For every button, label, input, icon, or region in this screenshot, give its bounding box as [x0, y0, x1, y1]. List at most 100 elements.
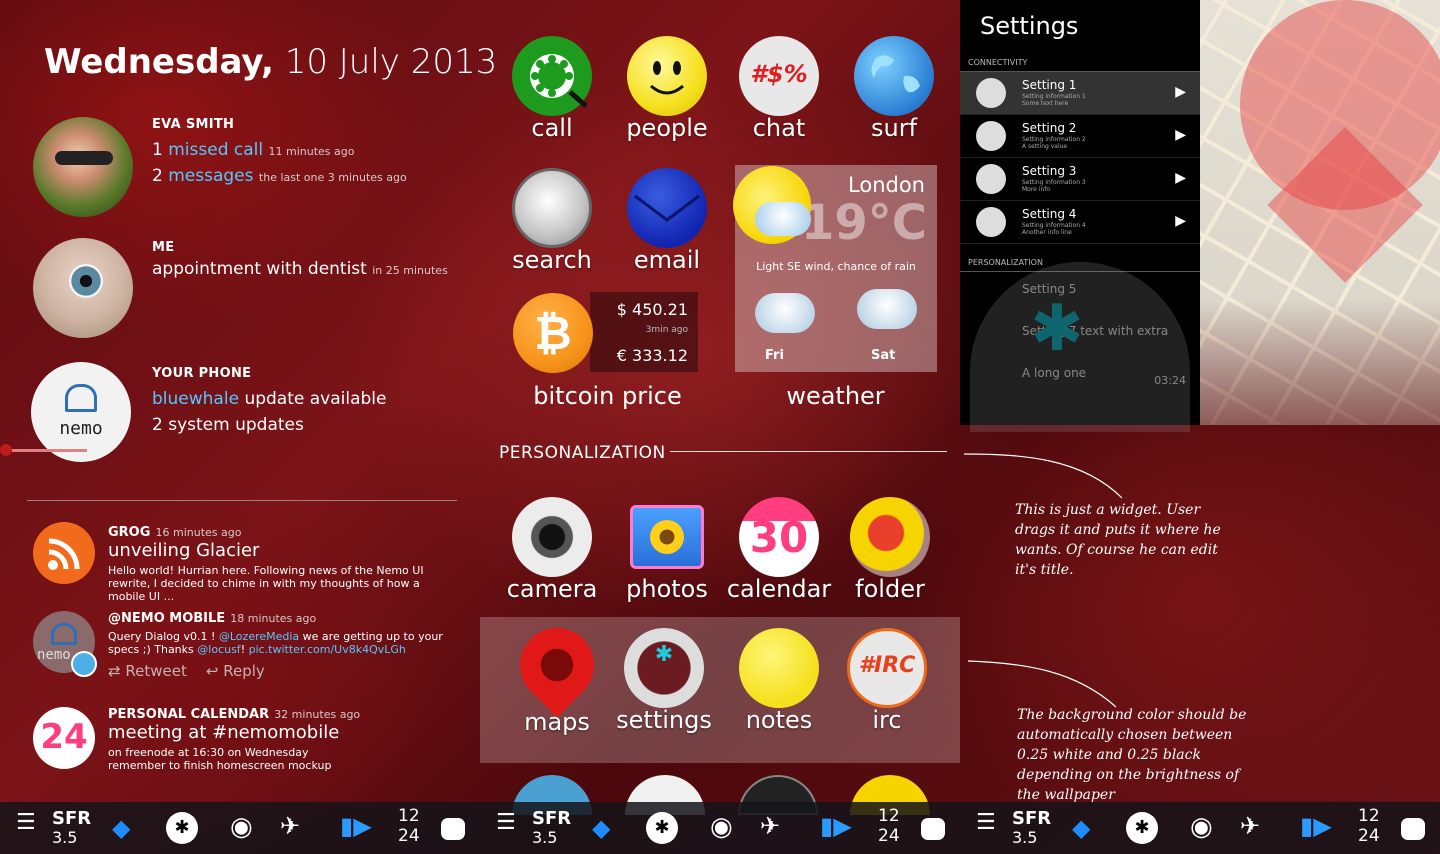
pic-link[interactable]: pic.twitter.com/Uv8k4QvLGh — [249, 643, 406, 656]
app-label: notes — [745, 706, 813, 734]
satellite-icon[interactable]: ✈ — [1240, 812, 1260, 840]
retweet-button[interactable]: ⇄ Retweet — [108, 662, 187, 680]
contact-me[interactable]: ME appointment with dentist in 25 minute… — [152, 240, 448, 279]
clock-minute: 24 — [1358, 826, 1380, 846]
feed-author: GROG — [108, 525, 151, 540]
bitcoin-eur: € 333.12 — [616, 346, 688, 365]
app-label: settings — [616, 706, 712, 734]
reply-label: Reply — [223, 662, 265, 680]
bluetooth-icon[interactable]: ✱ — [1126, 812, 1158, 844]
bitcoin-label: bitcoin price — [533, 382, 682, 410]
app-search[interactable]: search — [497, 168, 607, 274]
drag-handle[interactable] — [0, 444, 12, 456]
nfc-icon[interactable]: ◉ — [710, 812, 733, 842]
bluetooth-icon[interactable]: ✱ — [166, 812, 198, 844]
signal-icon: ☰ — [16, 810, 36, 835]
feed-title: unveiling Glacier — [108, 540, 260, 561]
feed-time: 32 minutes ago — [274, 708, 361, 721]
app-surf[interactable]: surf — [839, 36, 949, 142]
forecast-day: Sat — [871, 348, 896, 363]
forecast-day: Fri — [765, 348, 784, 363]
messages-link[interactable]: messages — [168, 166, 253, 186]
wifi-icon[interactable]: ◆ — [1072, 814, 1090, 842]
signal-icon: ☰ — [496, 810, 516, 835]
media-icon[interactable]: ▮▶ — [1300, 812, 1332, 840]
contact-eva-smith[interactable]: EVA SMITH 1 missed call 11 minutes ago 2… — [152, 117, 407, 186]
app-email[interactable]: email — [612, 168, 722, 274]
feed-item-grog[interactable]: GROG 16 minutes ago unveiling Glacier He… — [108, 521, 453, 603]
app-chat[interactable]: #$% chat — [724, 36, 834, 142]
setting-toggle[interactable] — [976, 207, 1006, 237]
setting-sub: Setting information 4 — [1022, 222, 1086, 229]
app-label: people — [626, 114, 708, 142]
gear-icon: ✱ — [1030, 292, 1084, 366]
wifi-icon[interactable]: ◆ — [592, 814, 610, 842]
avatar-your-phone[interactable]: nemo — [31, 362, 131, 462]
mention-link[interactable]: @locusf — [197, 643, 240, 656]
setting-toggle[interactable] — [976, 121, 1006, 151]
map-widget[interactable] — [1200, 0, 1440, 425]
search-icon — [512, 168, 592, 248]
app-camera[interactable]: camera — [497, 497, 607, 603]
satellite-icon[interactable]: ✈ — [280, 812, 300, 840]
setting-toggle[interactable] — [976, 164, 1006, 194]
contact-your-phone[interactable]: YOUR PHONE bluewhale update available 2 … — [152, 366, 386, 435]
satellite-icon[interactable]: ✈ — [760, 812, 780, 840]
setting-row[interactable]: Setting 4 Setting information 4 Another i… — [960, 201, 1200, 244]
play-arrow-icon: ▶ — [1175, 170, 1186, 186]
avatar-eva-smith[interactable] — [33, 117, 133, 217]
app-call[interactable]: call — [497, 36, 607, 142]
contact-name: ME — [152, 240, 175, 255]
app-irc[interactable]: #IRC irc — [832, 628, 942, 734]
chat-glyph: #$% — [750, 60, 808, 88]
wifi-icon[interactable]: ◆ — [112, 814, 130, 842]
update-link[interactable]: bluewhale — [152, 389, 239, 409]
app-people[interactable]: people — [612, 36, 722, 142]
setting-toggle[interactable] — [976, 78, 1006, 108]
nemo-avatar: nemo — [33, 611, 97, 677]
retweet-label: Retweet — [125, 662, 187, 680]
setting-title: Setting 2 — [1022, 121, 1077, 135]
avatar-me[interactable] — [33, 238, 133, 338]
bitcoin-icon[interactable]: ₿ — [513, 293, 593, 373]
missed-call-link[interactable]: missed call — [168, 140, 263, 160]
phone-dial-icon — [512, 36, 592, 116]
nfc-icon[interactable]: ◉ — [230, 812, 253, 842]
calendar-app-icon: 30 — [739, 497, 819, 577]
settings-dimmed-area: Setting 5 Setting 7 text with extra A lo… — [960, 262, 1200, 432]
network-label: 3.5 — [52, 828, 78, 847]
reply-button[interactable]: ↩ Reply — [206, 662, 265, 680]
calendar-icon: 24 — [33, 707, 95, 769]
nfc-icon[interactable]: ◉ — [1190, 812, 1213, 842]
play-arrow-icon: ▶ — [1175, 213, 1186, 229]
bluetooth-icon[interactable]: ✱ — [646, 812, 678, 844]
section-rule — [670, 451, 947, 452]
app-settings[interactable]: ✱ settings — [609, 628, 719, 734]
setting-row[interactable]: Setting 2 Setting information 2A setting… — [960, 115, 1200, 158]
mention-link[interactable]: @LozereMedia — [219, 630, 299, 643]
setting-row[interactable]: Setting 1 Setting information 1 Some text… — [960, 72, 1200, 115]
app-folder[interactable]: folder — [835, 497, 945, 603]
feed-body: on freenode at 16:30 on Wednesday rememb… — [108, 746, 332, 772]
feed-item-nemo[interactable]: @NEMO MOBILE 18 minutes ago Query Dialog… — [108, 607, 453, 680]
messages-time: the last one 3 minutes ago — [258, 171, 407, 184]
chat-bubble-icon: #$% — [739, 36, 819, 116]
date-header: Wednesday, 10 July 2013 — [44, 42, 497, 82]
media-icon[interactable]: ▮▶ — [820, 812, 852, 840]
play-arrow-icon: ▶ — [1175, 84, 1186, 100]
tweet-text: ! — [240, 643, 249, 656]
app-maps[interactable]: maps — [502, 612, 612, 736]
network-label: 3.5 — [1012, 828, 1038, 847]
nemo-logo: nemo — [59, 418, 103, 439]
app-label: irc — [872, 706, 902, 734]
retweet-icon: ⇄ — [108, 662, 121, 680]
app-calendar[interactable]: 30 calendar — [724, 497, 834, 603]
app-notes[interactable]: notes — [724, 628, 834, 734]
media-icon[interactable]: ▮▶ — [340, 812, 372, 840]
feed-item-calendar[interactable]: PERSONAL CALENDAR 32 minutes ago meeting… — [108, 703, 453, 772]
envelope-icon — [627, 168, 707, 248]
bitcoin-widget-panel[interactable]: $ 450.21 3min ago € 333.12 — [590, 292, 698, 372]
setting-row[interactable]: Setting 3 Setting information 3 More info… — [960, 158, 1200, 201]
app-photos[interactable]: photos — [612, 497, 722, 603]
carrier-label: SFR — [532, 808, 572, 829]
